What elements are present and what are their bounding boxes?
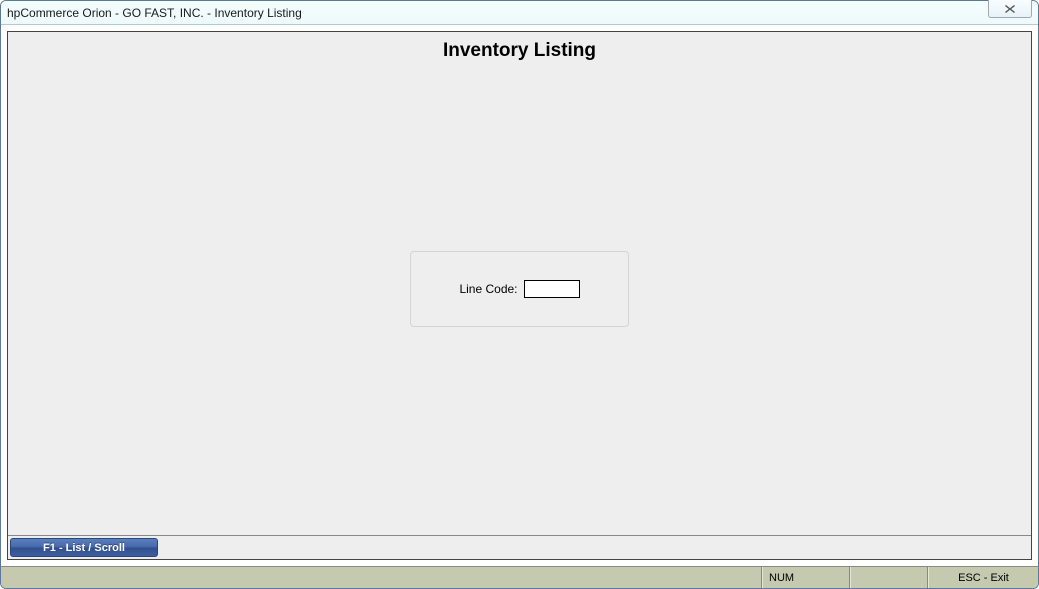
f1-list-scroll-button[interactable]: F1 - List / Scroll [10, 538, 158, 557]
status-main [1, 567, 762, 588]
status-exit-button[interactable]: ESC - Exit [928, 567, 1038, 588]
status-numlock: NUM [762, 567, 850, 588]
close-icon [1004, 4, 1016, 14]
center-area: Line Code: [8, 42, 1031, 535]
line-code-input[interactable] [524, 280, 580, 298]
line-code-group: Line Code: [410, 251, 628, 327]
line-code-label: Line Code: [459, 282, 517, 296]
toolbar: F1 - List / Scroll [8, 535, 1031, 559]
window-title: hpCommerce Orion - GO FAST, INC. - Inven… [7, 6, 1032, 20]
app-window: hpCommerce Orion - GO FAST, INC. - Inven… [0, 0, 1039, 589]
inner-panel: Inventory Listing Line Code: F1 - List /… [7, 31, 1032, 560]
titlebar: hpCommerce Orion - GO FAST, INC. - Inven… [1, 1, 1038, 25]
content-area: Inventory Listing Line Code: F1 - List /… [1, 25, 1038, 566]
status-gap [850, 567, 928, 588]
close-button[interactable] [988, 0, 1032, 18]
statusbar: NUM ESC - Exit [1, 566, 1038, 588]
